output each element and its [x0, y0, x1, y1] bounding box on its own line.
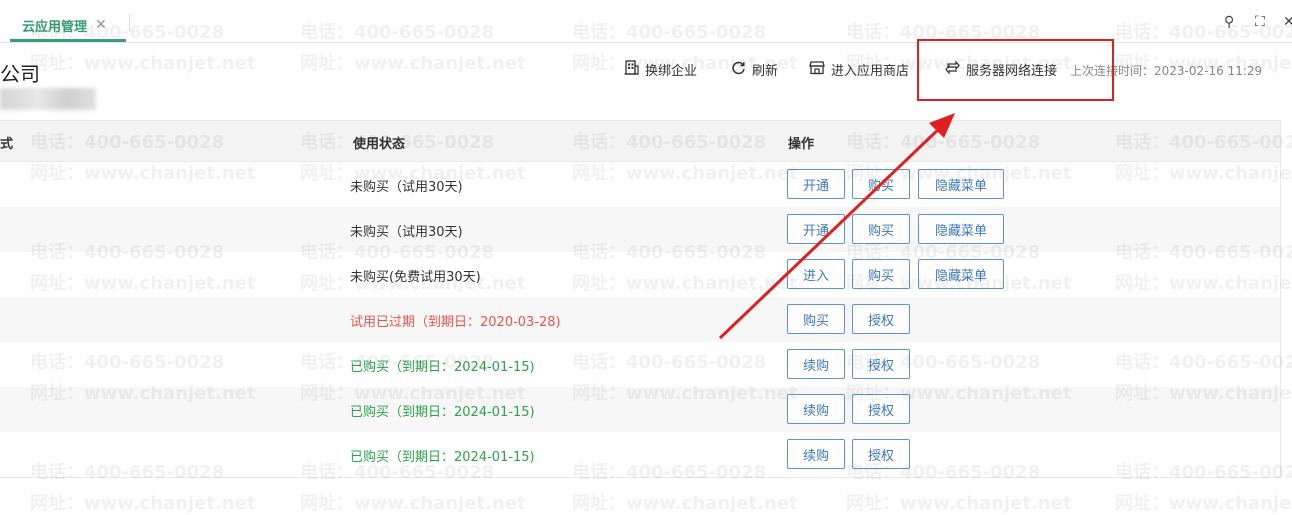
tab-bar: 云应用管理 ✕ ⚲ ⛶ ✕ — [0, 0, 1292, 43]
enter-store-button[interactable]: 进入应用商店 — [809, 60, 909, 79]
enter-store-label: 进入应用商店 — [831, 64, 910, 79]
action-button[interactable]: 购买 — [852, 259, 910, 289]
header-actions: 操作 — [788, 137, 815, 152]
table-row: 已购买（到期日：2024-01-15) 续购 授权 — [0, 342, 1280, 387]
action-button[interactable]: 授权 — [852, 439, 910, 469]
action-button[interactable]: 授权 — [852, 304, 910, 334]
table-header: 式 使用状态 操作 — [0, 121, 1280, 162]
tab-close-icon[interactable]: ✕ — [95, 17, 107, 33]
refresh-button[interactable]: 刷新 — [731, 60, 778, 79]
header-mode: 式 — [0, 137, 14, 152]
action-button[interactable]: 隐藏菜单 — [918, 169, 1004, 199]
close-icon[interactable]: ✕ — [1283, 14, 1292, 30]
watermark-site: 网址：www.chanjet.net — [30, 53, 256, 74]
tab-cloud-app-management[interactable]: 云应用管理 ✕ — [10, 9, 107, 41]
status-text: 已购买（到期日：2024-01-15) — [350, 405, 535, 420]
watermark-site: 网址：www.chanjet.net — [30, 493, 256, 514]
building-icon — [624, 60, 639, 79]
status-text: 试用已过期（到期日：2020-03-28) — [350, 315, 561, 330]
search-icon[interactable]: ⚲ — [1224, 14, 1234, 30]
watermark-site: 网址：www.chanjet.net — [300, 53, 526, 74]
table-row: 未购买（试用30天) 开通 购买 隐藏菜单 — [0, 207, 1280, 252]
expand-icon[interactable]: ⛶ — [1255, 14, 1265, 30]
action-button[interactable]: 开通 — [787, 214, 845, 244]
watermark-site: 网址：www.chanjet.net — [846, 493, 1072, 514]
status-text: 未购买（试用30天) — [350, 180, 463, 195]
action-button[interactable]: 续购 — [787, 439, 845, 469]
action-button[interactable]: 隐藏菜单 — [918, 259, 1004, 289]
blurred-company-info — [0, 88, 96, 110]
tab-label: 云应用管理 — [22, 19, 88, 35]
switch-company-label: 换绑企业 — [645, 64, 698, 79]
action-button[interactable]: 授权 — [852, 394, 910, 424]
watermark-site: 网址：www.chanjet.net — [1115, 493, 1292, 514]
table-row: 试用已过期（到期日：2020-03-28) 购买 授权 — [0, 297, 1280, 342]
tab-divider — [129, 14, 130, 32]
action-button[interactable]: 续购 — [787, 349, 845, 379]
watermark-site: 网址：www.chanjet.net — [300, 493, 526, 514]
last-connection-time: 上次连接时间：2023-02-16 11:29 — [1070, 64, 1263, 78]
connection-icon — [945, 60, 960, 79]
status-text: 已购买（到期日：2024-01-15) — [350, 360, 535, 375]
status-text: 未购买（试用30天) — [350, 225, 463, 240]
action-button[interactable]: 续购 — [787, 394, 845, 424]
action-button[interactable]: 购买 — [852, 169, 910, 199]
action-button[interactable]: 进入 — [787, 259, 845, 289]
action-button[interactable]: 购买 — [852, 214, 910, 244]
switch-company-button[interactable]: 换绑企业 — [624, 60, 697, 79]
refresh-label: 刷新 — [752, 64, 779, 79]
company-name: 公司 — [0, 62, 40, 86]
apps-table: 式 使用状态 操作 未购买（试用30天) 开通 购买 隐藏菜单 未购买（试用30天) 开通… — [0, 120, 1281, 478]
refresh-icon — [731, 60, 746, 79]
active-tab-indicator — [10, 39, 126, 42]
watermark-site: 网址：www.chanjet.net — [572, 493, 798, 514]
header-status: 使用状态 — [353, 137, 406, 152]
action-button[interactable]: 隐藏菜单 — [918, 214, 1004, 244]
status-text: 未购买(免费试用30天) — [350, 270, 481, 285]
server-connection-button[interactable]: 服务器网络连接 — [945, 60, 1057, 79]
action-button[interactable]: 购买 — [787, 304, 845, 334]
action-button[interactable]: 开通 — [787, 169, 845, 199]
table-row: 未购买（试用30天) 开通 购买 隐藏菜单 — [0, 162, 1280, 207]
status-text: 已购买（到期日：2024-01-15) — [350, 450, 535, 465]
table-row: 已购买（到期日：2024-01-15) 续购 授权 — [0, 387, 1280, 432]
table-body: 未购买（试用30天) 开通 购买 隐藏菜单 未购买（试用30天) 开通 购买 隐藏菜单 未购买(… — [0, 162, 1280, 477]
table-row: 未购买(免费试用30天) 进入 购买 隐藏菜单 — [0, 252, 1280, 297]
server-connection-label: 服务器网络连接 — [966, 64, 1058, 79]
table-row: 已购买（到期日：2024-01-15) 续购 授权 — [0, 432, 1280, 477]
store-icon — [809, 60, 825, 79]
action-button[interactable]: 授权 — [852, 349, 910, 379]
